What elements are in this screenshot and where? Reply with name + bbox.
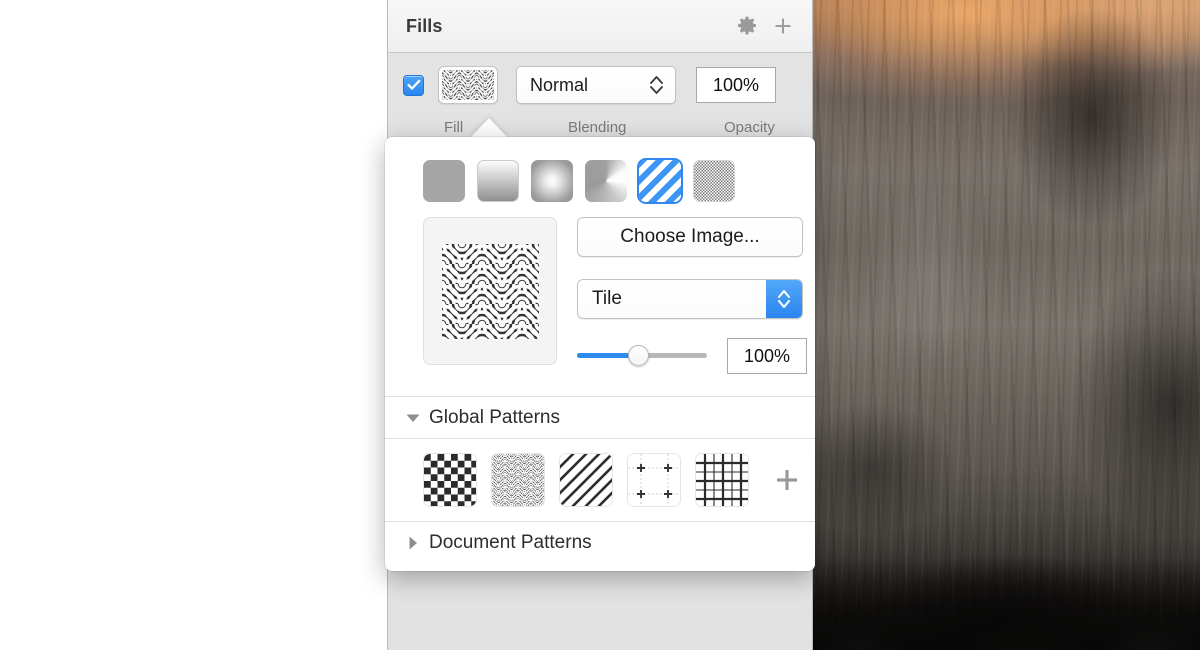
section-title-document-patterns: Document Patterns [429, 531, 592, 553]
fill-type-solid-color[interactable] [423, 160, 465, 202]
chevron-right-icon[interactable] [405, 536, 421, 550]
slider-fill [577, 353, 635, 358]
chevron-updown-icon[interactable] [766, 280, 802, 318]
section-header-document-patterns[interactable]: Document Patterns [385, 521, 815, 563]
blending-mode-value: Normal [530, 74, 589, 95]
fill-type-noise[interactable] [693, 160, 735, 202]
opacity-value: 100% [712, 74, 760, 95]
section-title-global-patterns: Global Patterns [429, 406, 560, 428]
fill-type-popover: Choose Image... Tile 100% Global Pattern… [385, 137, 815, 571]
pattern-preview-thumbnail[interactable] [423, 217, 557, 365]
pattern-controls: Choose Image... Tile 100% [577, 217, 807, 374]
wallpaper-treeline [813, 555, 1200, 650]
global-patterns-swatch-row [385, 438, 815, 521]
pattern-scale-row: 100% [577, 338, 807, 374]
label-opacity: Opacity [724, 119, 775, 136]
slider-thumb[interactable] [628, 345, 649, 366]
label-fill: Fill [444, 119, 464, 136]
popover-arrow [470, 118, 508, 138]
pattern-scale-input[interactable]: 100% [727, 338, 807, 374]
chevron-updown-icon [649, 74, 664, 96]
blending-mode-select[interactable]: Normal [516, 66, 676, 104]
choose-image-button[interactable]: Choose Image... [577, 217, 803, 257]
chevron-down-icon[interactable] [405, 413, 421, 423]
fill-enabled-checkbox[interactable] [403, 74, 424, 96]
pattern-scale-value: 100% [743, 345, 791, 366]
fill-type-angular-gradient[interactable] [585, 160, 627, 202]
desktop-wallpaper [813, 0, 1200, 650]
fill-type-radial-gradient[interactable] [531, 160, 573, 202]
pattern-swatch-checkerboard[interactable] [423, 453, 477, 507]
pattern-scale-slider[interactable] [577, 345, 707, 367]
plus-icon[interactable] [772, 15, 794, 37]
header-icon-group [736, 15, 794, 37]
fill-type-linear-gradient[interactable] [477, 160, 519, 202]
fill-type-pattern[interactable] [639, 160, 681, 202]
document-canvas[interactable] [0, 0, 387, 650]
opacity-input[interactable]: 100% [696, 67, 776, 103]
label-blending: Blending [568, 119, 627, 136]
pattern-swatch-diagonal[interactable] [559, 453, 613, 507]
pattern-swatch-seigaiha[interactable] [491, 453, 545, 507]
fill-type-button-group [385, 137, 815, 202]
page-title: Fills [406, 15, 443, 36]
fill-color-swatch[interactable] [438, 66, 498, 104]
pattern-swatch-crosses[interactable] [627, 453, 681, 507]
add-global-pattern-button[interactable] [773, 466, 801, 494]
wallpaper-shading [813, 0, 1200, 650]
tile-mode-select[interactable]: Tile [577, 279, 803, 319]
fill-properties-row: Normal 100% [388, 53, 812, 117]
tile-mode-value: Tile [592, 288, 622, 309]
pattern-swatch-grid[interactable] [695, 453, 749, 507]
gear-icon[interactable] [736, 15, 758, 37]
pattern-preview-area: Choose Image... Tile 100% [385, 202, 815, 374]
section-header-global-patterns[interactable]: Global Patterns [385, 396, 815, 438]
panel-header: Fills [388, 0, 812, 53]
